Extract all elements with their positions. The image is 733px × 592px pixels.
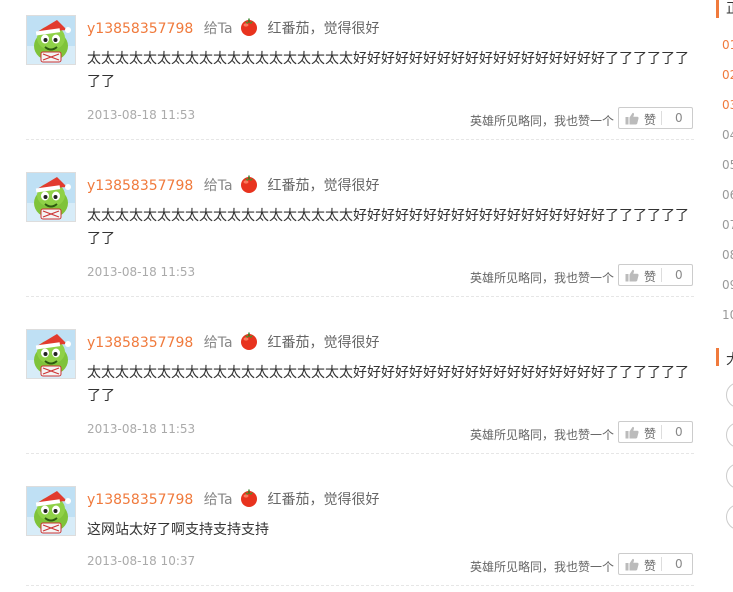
like-count: 0 [675, 268, 683, 282]
rank-number: 02 [722, 68, 733, 82]
tomato-icon [239, 174, 259, 200]
comment-header: y13858357798 给Ta 红番茄，觉得很好 [87, 17, 379, 37]
username-link[interactable]: y13858357798 [87, 492, 193, 508]
give-ta-label: 给Ta [203, 21, 233, 37]
like-count: 0 [675, 111, 683, 125]
username-link[interactable]: y13858357798 [87, 178, 193, 194]
comment-item: y13858357798 给Ta 红番茄，觉得很好 这网站太好了啊支持支持支持 … [0, 486, 700, 592]
like-label: 赞 [644, 270, 657, 284]
like-button[interactable]: 赞 0 [618, 107, 693, 129]
user-avatar[interactable] [26, 329, 76, 379]
give-ta-label: 给Ta [203, 492, 233, 508]
tomato-icon [239, 488, 259, 514]
rank-number: 08 [722, 248, 733, 262]
comment-divider [26, 453, 694, 454]
comment-header: y13858357798 给Ta 红番茄，觉得很好 [87, 331, 379, 351]
comment-divider [26, 296, 694, 297]
like-separator [661, 268, 662, 282]
rank-number: 09 [722, 278, 733, 292]
comment-time: 2013-08-18 11:53 [87, 265, 196, 279]
comment-item: y13858357798 给Ta 红番茄，觉得很好 太太太太太太太太太太太太太太… [0, 329, 700, 460]
green-monster-avatar-icon [27, 173, 75, 221]
thumbs-up-icon [625, 426, 639, 442]
username-link[interactable]: y13858357798 [87, 335, 193, 351]
sidebar-title-2: 大 [726, 349, 733, 369]
tomato-icon [239, 17, 259, 43]
agree-text: 英雄所见略同，我也赞一个 [469, 560, 614, 574]
comment-divider [26, 585, 694, 586]
comment-item: y13858357798 给Ta 红番茄，觉得很好 太太太太太太太太太太太太太太… [0, 172, 700, 303]
like-separator [661, 111, 662, 125]
thumbs-up-icon [625, 269, 639, 285]
sidebar-accent-bar-2 [716, 348, 719, 366]
sidebar-title: 正 [726, 0, 733, 18]
thumbs-up-icon [625, 558, 639, 574]
like-button[interactable]: 赞 0 [618, 553, 693, 575]
gift-text: 红番茄，觉得很好 [267, 178, 380, 194]
comment-text: 这网站太好了啊支持支持支持 [87, 522, 269, 538]
like-count: 0 [675, 425, 683, 439]
comment-header: y13858357798 给Ta 红番茄，觉得很好 [87, 488, 379, 508]
like-button[interactable]: 赞 0 [618, 264, 693, 286]
rank-number: 05 [722, 158, 733, 172]
comment-divider [26, 139, 694, 140]
comment-time: 2013-08-18 10:37 [87, 554, 196, 568]
green-monster-avatar-icon [27, 487, 75, 535]
agree-text: 英雄所见略同，我也赞一个 [469, 271, 614, 285]
sidebar-circle-button[interactable] [726, 463, 733, 489]
like-button[interactable]: 赞 0 [618, 421, 693, 443]
comment-text: 太太太太太太太太太太太太太太太太太太太好好好好好好好好好好好好好好好好好好了了了… [87, 51, 689, 90]
agree-text: 英雄所见略同，我也赞一个 [469, 114, 614, 128]
gift-text: 红番茄，觉得很好 [267, 21, 380, 37]
user-avatar[interactable] [26, 486, 76, 536]
green-monster-avatar-icon [27, 16, 75, 64]
like-separator [661, 425, 662, 439]
user-avatar[interactable] [26, 172, 76, 222]
comment-header: y13858357798 给Ta 红番茄，觉得很好 [87, 174, 379, 194]
sidebar-accent-bar [716, 0, 719, 18]
username-link[interactable]: y13858357798 [87, 21, 193, 37]
like-count: 0 [675, 557, 683, 571]
sidebar-circle-button[interactable] [726, 422, 733, 448]
green-monster-avatar-icon [27, 330, 75, 378]
rank-number: 01 [722, 38, 733, 52]
agree-text: 英雄所见略同，我也赞一个 [469, 428, 614, 442]
like-label: 赞 [644, 559, 657, 573]
give-ta-label: 给Ta [203, 178, 233, 194]
gift-text: 红番茄，觉得很好 [267, 335, 380, 351]
tomato-icon [239, 331, 259, 357]
sidebar-circle-button[interactable] [726, 504, 733, 530]
comment-time: 2013-08-18 11:53 [87, 108, 196, 122]
rank-number: 10 [722, 308, 733, 322]
comment-item: y13858357798 给Ta 红番茄，觉得很好 太太太太太太太太太太太太太太… [0, 15, 700, 146]
give-ta-label: 给Ta [203, 335, 233, 351]
sidebar-circle-button[interactable] [726, 382, 733, 408]
user-avatar[interactable] [26, 15, 76, 65]
comment-time: 2013-08-18 11:53 [87, 422, 196, 436]
rank-number: 03 [722, 98, 733, 112]
gift-text: 红番茄，觉得很好 [267, 492, 380, 508]
comment-text: 太太太太太太太太太太太太太太太太太太太好好好好好好好好好好好好好好好好好好了了了… [87, 208, 689, 247]
like-label: 赞 [644, 427, 657, 441]
like-label: 赞 [644, 113, 657, 127]
like-separator [661, 557, 662, 571]
rank-number: 04 [722, 128, 733, 142]
rank-number: 06 [722, 188, 733, 202]
thumbs-up-icon [625, 112, 639, 128]
comment-text: 太太太太太太太太太太太太太太太太太太太好好好好好好好好好好好好好好好好好好了了了… [87, 365, 689, 404]
rank-number: 07 [722, 218, 733, 232]
